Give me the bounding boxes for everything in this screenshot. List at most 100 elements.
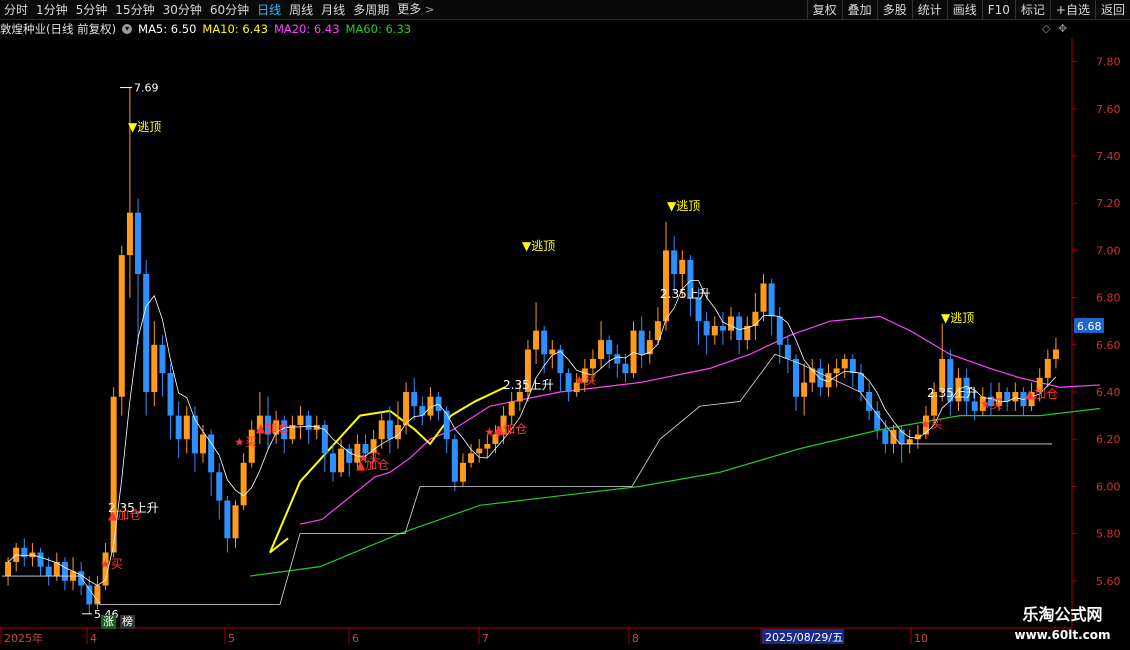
candle-body: [94, 585, 101, 605]
top-toolbar: 分时 1分钟 5分钟 15分钟 30分钟 60分钟 日线 周线 月线 多周期 更…: [0, 0, 1130, 20]
candle-body: [622, 363, 629, 374]
candle-body: [126, 212, 133, 256]
draw-line-button[interactable]: 画线: [946, 0, 982, 20]
rank-badge[interactable]: 榜: [120, 615, 135, 629]
tab-5min[interactable]: 5分钟: [72, 0, 112, 20]
candle-body: [703, 321, 710, 336]
candle-body: [663, 250, 670, 322]
candle-body: [403, 392, 410, 426]
candle-body: [443, 410, 450, 440]
candle-body: [776, 316, 783, 345]
tab-60min[interactable]: 60分钟: [206, 0, 253, 20]
overlay-button[interactable]: 叠加: [841, 0, 877, 20]
diamond-icon[interactable]: ◇: [1042, 22, 1050, 35]
candle-body: [86, 585, 93, 605]
candle-body: [849, 358, 856, 374]
ma10-value: MA10: 6.43: [202, 22, 268, 36]
candle-body: [61, 561, 68, 581]
candle-body: [752, 311, 759, 326]
candle-body: [151, 344, 158, 392]
candle-body: [630, 330, 637, 374]
candle-body: [329, 453, 336, 473]
candle-body: [167, 373, 174, 416]
adjust-button[interactable]: 复权: [806, 0, 842, 20]
candle-body: [971, 401, 978, 411]
kline-chart[interactable]: 7.80 7.60 7.40 7.20 7.00 6.80 6.60 6.40 6.20 6.00…: [0, 0, 1130, 650]
settings-circle-icon[interactable]: ▾: [122, 24, 133, 34]
date-highlight-label: 2025/08/29/五: [765, 631, 843, 644]
y-tick-label: 7.20: [1096, 197, 1121, 210]
watermark-logo: 乐淘公式网 www.60lt.com: [995, 604, 1130, 650]
candle-body: [191, 415, 198, 454]
signal-top-label: ▼逃顶: [522, 239, 555, 253]
candle-body: [728, 316, 735, 331]
x-tick-label: 5: [228, 632, 235, 645]
back-button[interactable]: 返回: [1094, 0, 1130, 20]
signal-buy-label: ★买: [980, 397, 1003, 411]
candle-body: [419, 406, 426, 416]
tab-weekly[interactable]: 周线: [285, 0, 317, 20]
signal-rise-label: 2.35上升: [503, 378, 554, 392]
y-tick-label: 6.60: [1096, 339, 1121, 352]
tab-monthly[interactable]: 月线: [317, 0, 349, 20]
candle-body: [857, 373, 864, 392]
signal-top-label: ▼逃顶: [941, 311, 974, 325]
multi-stock-button[interactable]: 多股: [876, 0, 912, 20]
candle-body: [476, 448, 483, 454]
candle-body: [37, 552, 44, 567]
signal-rise-label: 2.35上升: [660, 287, 711, 301]
candle-body: [435, 396, 442, 411]
signal-buy-label: ★买: [234, 435, 257, 449]
candle-body: [224, 500, 231, 539]
tab-30min[interactable]: 30分钟: [159, 0, 206, 20]
add-watchlist-button[interactable]: +自选: [1049, 0, 1095, 20]
candle-body: [695, 297, 702, 322]
gear-icon[interactable]: ✥: [1058, 22, 1067, 35]
signal-rise-label: 2.35上升: [927, 386, 978, 400]
candle-body: [784, 344, 791, 359]
candle-body: [411, 392, 418, 407]
candle-body: [200, 434, 207, 454]
tab-15min[interactable]: 15分钟: [111, 0, 158, 20]
candle-body: [711, 325, 718, 336]
candle-body: [598, 340, 605, 359]
y-tick-label: 7.80: [1096, 56, 1121, 69]
candle-body: [45, 566, 52, 577]
statistics-button[interactable]: 统计: [911, 0, 947, 20]
y-tick-label: 5.80: [1096, 528, 1121, 541]
mark-button[interactable]: 标记: [1014, 0, 1050, 20]
tab-fenshi[interactable]: 分时: [0, 0, 32, 20]
candle-body: [175, 415, 182, 440]
candle-body: [890, 429, 897, 444]
candle-body: [378, 420, 385, 440]
y-tick-label: 5.60: [1096, 575, 1121, 588]
candle-body: [1052, 349, 1059, 359]
candle-body: [760, 283, 767, 312]
rise-badge[interactable]: 涨: [101, 615, 116, 629]
y-tick-label: 6.80: [1096, 292, 1121, 305]
tab-more[interactable]: 更多 >: [393, 0, 438, 20]
tab-1min[interactable]: 1分钟: [32, 0, 72, 20]
x-tick-label: 2025年: [4, 631, 43, 645]
candle-body: [614, 354, 621, 364]
y-tick-label: 6.20: [1096, 433, 1121, 446]
ma20-line: [299, 315, 1101, 525]
f10-button[interactable]: F10: [981, 0, 1015, 20]
signal-buy-label: ★买: [100, 557, 123, 571]
signal-top-label: ▼逃顶: [128, 120, 161, 134]
candle-body: [793, 358, 799, 397]
candle-body: [338, 448, 345, 473]
candle-body: [159, 344, 166, 374]
ma60-line: [249, 407, 1101, 577]
tab-multi-period[interactable]: 多周期: [349, 0, 393, 20]
candle-body: [589, 358, 596, 369]
y-tick-label: 7.40: [1096, 150, 1121, 163]
y-tick-label: 6.00: [1096, 480, 1121, 493]
candle-body: [508, 401, 515, 416]
candle-body: [817, 368, 824, 388]
candle-body: [183, 415, 190, 440]
candle-body: [78, 571, 85, 586]
candle-body: [768, 283, 775, 317]
tab-daily[interactable]: 日线: [253, 0, 285, 20]
candle-body: [679, 259, 686, 274]
